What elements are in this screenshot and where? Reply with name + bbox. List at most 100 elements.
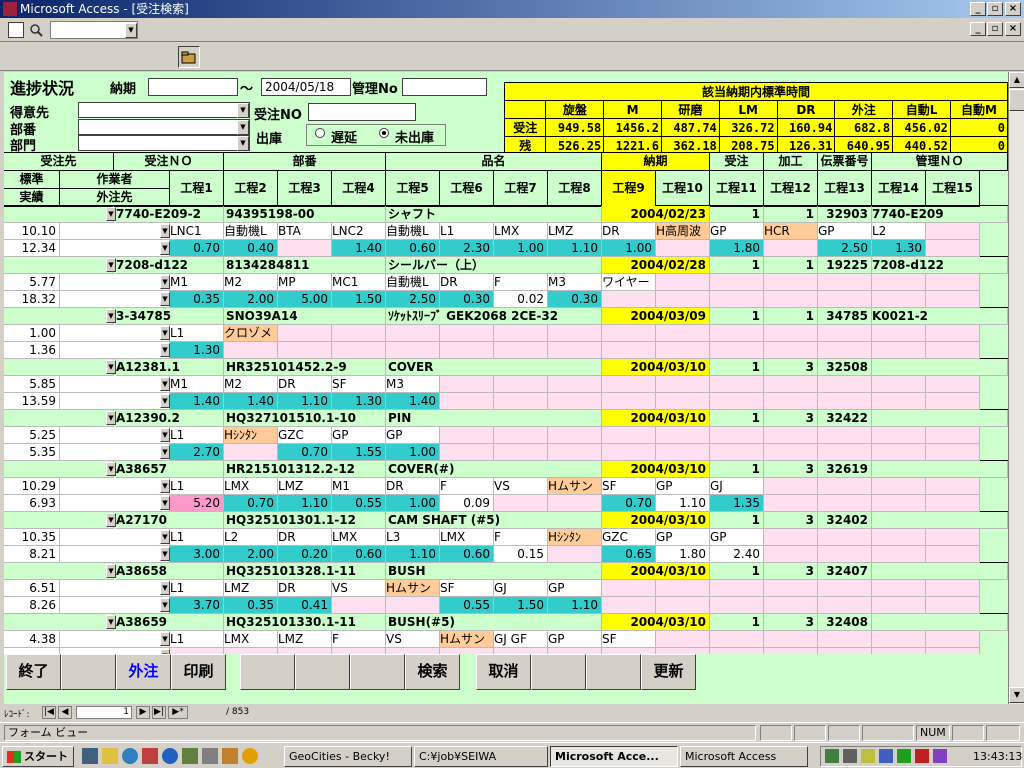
step-name[interactable] (764, 631, 818, 648)
step-name[interactable] (872, 274, 926, 291)
nav-last-button[interactable]: ▶| (152, 706, 166, 719)
step-name[interactable] (548, 325, 602, 342)
step-name[interactable]: GP (710, 529, 764, 546)
step-name[interactable] (926, 325, 980, 342)
step-name[interactable] (602, 325, 656, 342)
step-name[interactable]: F (494, 274, 548, 291)
customer-dropdown[interactable]: ▼ (106, 564, 116, 578)
blank-button-6[interactable] (586, 654, 641, 690)
tray-icon-3[interactable] (861, 749, 875, 763)
minimize-button[interactable]: _ (970, 2, 986, 16)
update-button[interactable]: 更新 (641, 654, 696, 690)
step-name[interactable]: L1 (170, 580, 224, 597)
std-time[interactable]: 6.51 (4, 580, 60, 597)
step-name[interactable]: DR (278, 376, 332, 393)
step-name[interactable]: SF (602, 478, 656, 495)
customer-combo[interactable] (4, 461, 114, 478)
customer-combo[interactable] (4, 359, 114, 376)
customer-combo[interactable] (4, 410, 114, 427)
quicklaunch-icon-8[interactable] (222, 748, 238, 764)
mdi-minimize-button[interactable]: _ (970, 22, 986, 36)
nav-prev-button[interactable]: ◀ (58, 706, 72, 719)
step-name[interactable]: F (494, 529, 548, 546)
quicklaunch-icon-4[interactable] (142, 748, 158, 764)
worker-dropdown[interactable]: ▼ (160, 530, 170, 544)
step-name[interactable]: M1 (332, 478, 386, 495)
worker-combo[interactable] (60, 223, 170, 240)
step-name[interactable] (926, 631, 980, 648)
tokui-combo[interactable] (78, 102, 250, 118)
step-name[interactable]: LMX (224, 631, 278, 648)
step-name[interactable]: VS (332, 580, 386, 597)
buban-dropdown[interactable]: ▼ (237, 120, 249, 135)
customer-dropdown[interactable]: ▼ (106, 513, 116, 527)
step-name[interactable] (710, 274, 764, 291)
step-name[interactable] (872, 376, 926, 393)
step-name[interactable]: LMZ (278, 631, 332, 648)
mdi-close-button[interactable]: × (1005, 22, 1021, 36)
scroll-down-button[interactable]: ▼ (1009, 687, 1024, 703)
step-name[interactable]: L1 (170, 478, 224, 495)
step-name[interactable]: LMX (494, 223, 548, 240)
std-time[interactable]: 5.77 (4, 274, 60, 291)
step-name[interactable]: LMX (224, 478, 278, 495)
std-time[interactable]: 10.10 (4, 223, 60, 240)
step-name[interactable] (656, 376, 710, 393)
worker-dropdown[interactable]: ▼ (160, 479, 170, 493)
step-name[interactable]: LMZ (278, 478, 332, 495)
step-name[interactable] (656, 274, 710, 291)
outsource-combo[interactable] (60, 546, 170, 563)
step-name[interactable] (494, 427, 548, 444)
step-name[interactable]: F (332, 631, 386, 648)
step-name[interactable]: VS (494, 478, 548, 495)
step-name[interactable]: MP (278, 274, 332, 291)
step-name[interactable] (926, 427, 980, 444)
radio-unshipped[interactable] (379, 128, 389, 138)
customer-combo[interactable] (4, 512, 114, 529)
step-name[interactable]: HCR (764, 223, 818, 240)
noki-to-input[interactable]: 2004/05/18 (261, 78, 351, 96)
step-name[interactable] (872, 631, 926, 648)
quicklaunch-icon-1[interactable] (82, 748, 98, 764)
step-name[interactable] (818, 580, 872, 597)
step-name[interactable]: Hｼﾝﾀﾝ (548, 529, 602, 546)
step-name[interactable]: LNC1 (170, 223, 224, 240)
step-name[interactable] (494, 325, 548, 342)
step-name[interactable]: BTA (278, 223, 332, 240)
tray-icon-7[interactable] (933, 749, 947, 763)
outsource-dropdown[interactable]: ▼ (160, 547, 170, 561)
search-button[interactable]: 検索 (405, 654, 460, 690)
worker-dropdown[interactable]: ▼ (160, 377, 170, 391)
step-name[interactable] (818, 631, 872, 648)
print-button[interactable]: 印刷 (171, 654, 226, 690)
step-name[interactable]: L2 (224, 529, 278, 546)
step-name[interactable] (926, 223, 980, 240)
step-name[interactable]: Hムサン (386, 580, 440, 597)
step-name[interactable]: Hムサン (440, 631, 494, 648)
worker-dropdown[interactable]: ▼ (160, 581, 170, 595)
mdi-restore-button[interactable]: ▫ (987, 22, 1003, 36)
step-name[interactable]: H高周波 (656, 223, 710, 240)
step-name[interactable] (818, 274, 872, 291)
step-name[interactable]: LMZ (548, 223, 602, 240)
worker-combo[interactable] (60, 478, 170, 495)
step-name[interactable]: GJ (710, 478, 764, 495)
step-name[interactable]: DR (278, 580, 332, 597)
step-name[interactable]: GZC (278, 427, 332, 444)
step-name[interactable]: DR (602, 223, 656, 240)
step-name[interactable] (872, 529, 926, 546)
blank-button-1[interactable] (61, 654, 116, 690)
step-name[interactable] (602, 376, 656, 393)
step-name[interactable]: クロゾメ (224, 325, 278, 342)
step-name[interactable] (332, 325, 386, 342)
step-name[interactable]: ワイヤー (602, 274, 656, 291)
step-name[interactable] (710, 325, 764, 342)
step-name[interactable] (656, 631, 710, 648)
customer-dropdown[interactable]: ▼ (106, 309, 116, 323)
outsource-dropdown[interactable]: ▼ (160, 445, 170, 459)
cancel-button[interactable]: 取消 (476, 654, 531, 690)
quicklaunch-icon-3[interactable] (122, 748, 138, 764)
step-name[interactable] (764, 376, 818, 393)
step-name[interactable]: Hｼﾝﾀﾝ (224, 427, 278, 444)
step-name[interactable] (926, 529, 980, 546)
